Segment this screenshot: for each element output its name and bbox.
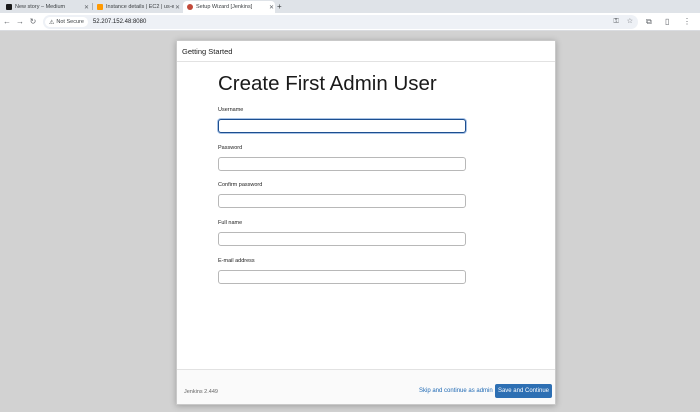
menu-kebab-icon[interactable]: ⋮ bbox=[683, 16, 691, 28]
username-label: Username bbox=[218, 107, 244, 113]
skip-continue-as-admin-link[interactable]: Skip and continue as admin bbox=[419, 388, 493, 394]
url-text[interactable]: 52.207.152.48:8080 bbox=[93, 19, 146, 25]
aws-favicon-icon bbox=[97, 4, 103, 10]
tab-ec2[interactable]: Instance details | EC2 | us-e… ✕ bbox=[93, 1, 181, 13]
browser-toolbar: ← → ↻ ⚠ Not Secure 52.207.152.48:8080 ⚿ … bbox=[0, 13, 700, 31]
full-name-input[interactable] bbox=[218, 232, 466, 246]
full-name-field-group: Full name bbox=[218, 219, 466, 246]
back-arrow-icon[interactable]: ← bbox=[2, 16, 12, 28]
save-and-continue-button[interactable]: Save and Continue bbox=[495, 384, 552, 398]
confirm-password-label: Confirm password bbox=[218, 182, 263, 188]
dialog-body: Create First Admin User Username Passwor… bbox=[218, 71, 468, 284]
dialog-footer: Jenkins 2.449 Skip and continue as admin… bbox=[177, 369, 555, 404]
setup-wizard-dialog: Getting Started Create First Admin User … bbox=[176, 40, 556, 405]
password-label: Password bbox=[218, 145, 243, 151]
email-input[interactable] bbox=[218, 270, 466, 284]
dialog-header: Getting Started bbox=[177, 41, 555, 62]
tab-title: Setup Wizard [Jenkins] bbox=[196, 4, 253, 10]
confirm-password-field-group: Confirm password bbox=[218, 181, 466, 208]
password-input[interactable] bbox=[218, 157, 466, 171]
security-chip[interactable]: ⚠ Not Secure bbox=[45, 17, 88, 27]
security-label: Not Secure bbox=[56, 19, 84, 25]
medium-favicon-icon bbox=[6, 4, 12, 10]
new-tab-icon[interactable]: + bbox=[277, 1, 282, 12]
username-input[interactable] bbox=[218, 119, 466, 133]
warning-icon: ⚠ bbox=[49, 19, 55, 26]
tab-jenkins[interactable]: Setup Wizard [Jenkins] ✕ bbox=[183, 1, 275, 13]
side-panel-icon[interactable]: ▯ bbox=[665, 16, 669, 28]
forward-arrow-icon[interactable]: → bbox=[15, 16, 25, 28]
tab-medium[interactable]: New story – Medium ✕ bbox=[2, 1, 90, 13]
close-tab-icon[interactable]: ✕ bbox=[174, 4, 181, 11]
password-field-group: Password bbox=[218, 144, 466, 171]
username-field-group: Username bbox=[218, 106, 466, 133]
email-label: E-mail address bbox=[218, 258, 255, 264]
tab-title: New story – Medium bbox=[15, 4, 66, 10]
tab-title: Instance details | EC2 | us-e… bbox=[106, 4, 174, 10]
jenkins-version: Jenkins 2.449 bbox=[184, 389, 218, 395]
email-field-group: E-mail address bbox=[218, 257, 466, 284]
address-bar[interactable]: ⚠ Not Secure 52.207.152.48:8080 ⚿ ☆ bbox=[43, 15, 638, 29]
page-title: Create First Admin User bbox=[218, 72, 437, 95]
confirm-password-input[interactable] bbox=[218, 194, 466, 208]
close-tab-icon[interactable]: ✕ bbox=[268, 4, 275, 11]
browser-tab-strip: New story – Medium ✕ Instance details | … bbox=[0, 0, 700, 13]
close-tab-icon[interactable]: ✕ bbox=[83, 4, 90, 11]
key-icon[interactable]: ⚿ bbox=[613, 18, 618, 25]
extensions-icon[interactable]: ⧉ bbox=[646, 16, 652, 28]
full-name-label: Full name bbox=[218, 220, 243, 226]
jenkins-favicon-icon bbox=[187, 4, 193, 10]
bookmark-star-icon[interactable]: ☆ bbox=[627, 18, 633, 25]
reload-icon[interactable]: ↻ bbox=[28, 16, 38, 28]
